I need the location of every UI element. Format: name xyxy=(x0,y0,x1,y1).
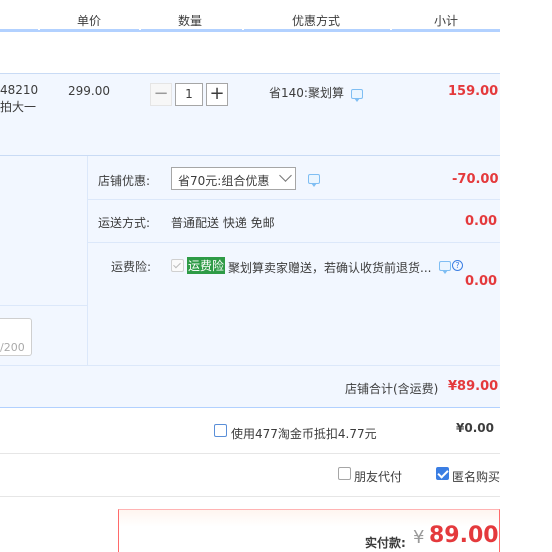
shop-discount-label: 店铺优惠: xyxy=(98,174,151,188)
insurance-amount: 0.00 xyxy=(465,274,498,289)
shop-discount-value: 省70元:组合优惠 xyxy=(178,174,270,188)
item-price: 299.00 xyxy=(68,84,110,98)
shipping-value: 普通配送 快递 免邮 xyxy=(171,216,275,230)
item-subtotal: 159.00 xyxy=(448,84,499,99)
section-divider xyxy=(0,365,500,366)
chevron-down-icon xyxy=(279,169,292,182)
shipping-amount: 0.00 xyxy=(465,214,498,229)
item-id: 48210 xyxy=(0,83,39,97)
help-icon[interactable]: ? xyxy=(452,260,463,271)
shop-discount-amount: -70.00 xyxy=(452,172,499,187)
decrement-button[interactable]: − xyxy=(150,83,172,106)
memo-textarea[interactable]: /200 xyxy=(0,318,32,356)
anonymous-label[interactable]: 匿名购买 xyxy=(452,468,500,485)
quantity-stepper: − 1 + xyxy=(150,83,230,106)
section-divider xyxy=(0,496,500,497)
message-icon[interactable] xyxy=(439,261,451,274)
insurance-text: 聚划算卖家赠送，若确认收货前退货... xyxy=(228,261,432,275)
coin-label[interactable]: 使用477淘金币抵扣4.77元 xyxy=(231,425,377,442)
header-divider xyxy=(242,26,244,30)
anonymous-checkbox[interactable] xyxy=(436,467,449,480)
coin-checkbox[interactable] xyxy=(214,424,227,437)
section-divider xyxy=(88,242,500,243)
section-divider xyxy=(0,305,87,306)
shop-order-section xyxy=(0,156,500,408)
shop-total-label: 店铺合计(含运费) xyxy=(345,382,439,396)
table-header: 单价 数量 优惠方式 小计 xyxy=(0,0,500,32)
header-divider xyxy=(38,26,40,30)
coin-amount: ¥0.00 xyxy=(456,421,494,435)
insurance-label: 运费险: xyxy=(111,260,152,274)
section-divider xyxy=(87,156,88,365)
header-divider xyxy=(390,26,392,30)
item-promo: 省140:聚划算 xyxy=(269,86,344,100)
section-divider xyxy=(88,199,500,200)
header-promo: 优惠方式 xyxy=(292,14,341,28)
friend-pay-checkbox[interactable] xyxy=(338,467,351,480)
shop-total-amount: ¥89.00 xyxy=(448,379,499,394)
insurance-checkbox xyxy=(171,259,184,272)
pay-label: 实付款: xyxy=(365,536,406,550)
header-price: 单价 xyxy=(77,14,102,28)
insurance-tag: 运费险 xyxy=(187,257,226,274)
pay-amount: 89.00 xyxy=(429,523,499,548)
increment-button[interactable]: + xyxy=(206,83,228,106)
friend-pay-label[interactable]: 朋友代付 xyxy=(354,468,402,485)
message-icon[interactable] xyxy=(351,89,363,102)
shop-discount-select[interactable]: 省70元:组合优惠 xyxy=(171,167,296,190)
section-divider xyxy=(0,453,500,454)
quantity-input[interactable]: 1 xyxy=(175,83,203,106)
header-quantity: 数量 xyxy=(178,14,203,28)
item-title[interactable]: 拍大一 xyxy=(0,98,36,115)
message-icon[interactable] xyxy=(308,174,320,187)
shipping-label: 运送方式: xyxy=(98,216,151,230)
memo-counter: /200 xyxy=(0,341,25,354)
header-subtotal: 小计 xyxy=(434,14,459,28)
header-divider xyxy=(139,26,141,30)
pay-currency: ¥ xyxy=(413,527,425,548)
